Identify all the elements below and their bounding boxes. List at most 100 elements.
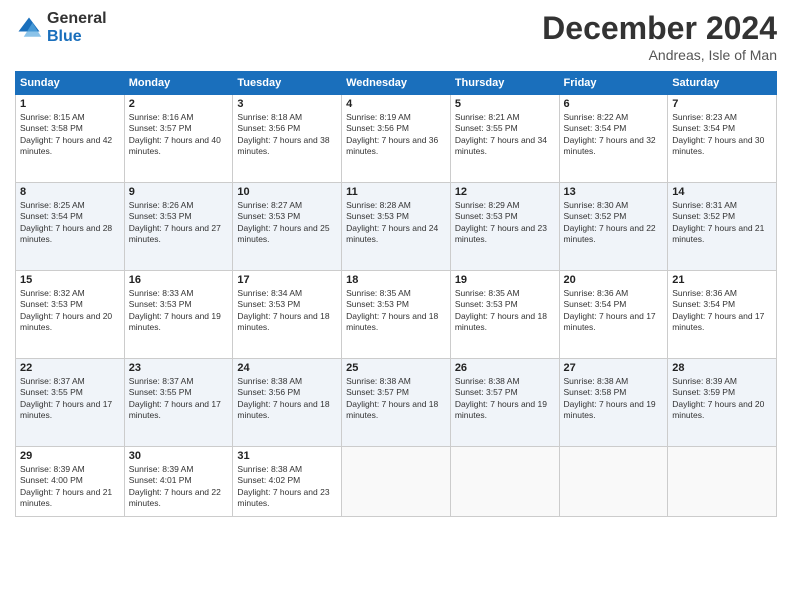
day-info: Sunrise: 8:38 AMSunset: 3:57 PMDaylight:…	[346, 376, 446, 422]
day-info: Sunrise: 8:37 AMSunset: 3:55 PMDaylight:…	[129, 376, 229, 422]
table-row: 2 Sunrise: 8:16 AMSunset: 3:57 PMDayligh…	[124, 95, 233, 183]
table-row: 12 Sunrise: 8:29 AMSunset: 3:53 PMDaylig…	[450, 183, 559, 271]
day-number: 6	[564, 98, 664, 110]
day-info: Sunrise: 8:39 AMSunset: 4:01 PMDaylight:…	[129, 464, 229, 510]
day-info: Sunrise: 8:18 AMSunset: 3:56 PMDaylight:…	[237, 112, 337, 158]
col-thursday: Thursday	[450, 72, 559, 95]
col-sunday: Sunday	[16, 72, 125, 95]
day-number: 11	[346, 186, 446, 198]
day-info: Sunrise: 8:27 AMSunset: 3:53 PMDaylight:…	[237, 200, 337, 246]
day-number: 25	[346, 362, 446, 374]
logo-text-block: General Blue	[47, 10, 107, 45]
table-row: 13 Sunrise: 8:30 AMSunset: 3:52 PMDaylig…	[559, 183, 668, 271]
day-info: Sunrise: 8:19 AMSunset: 3:56 PMDaylight:…	[346, 112, 446, 158]
day-number: 14	[672, 186, 772, 198]
day-number: 23	[129, 362, 229, 374]
table-row: 6 Sunrise: 8:22 AMSunset: 3:54 PMDayligh…	[559, 95, 668, 183]
table-row: 5 Sunrise: 8:21 AMSunset: 3:55 PMDayligh…	[450, 95, 559, 183]
day-info: Sunrise: 8:38 AMSunset: 3:56 PMDaylight:…	[237, 376, 337, 422]
logo-blue: Blue	[47, 28, 107, 46]
day-number: 1	[20, 98, 120, 110]
day-info: Sunrise: 8:28 AMSunset: 3:53 PMDaylight:…	[346, 200, 446, 246]
day-number: 26	[455, 362, 555, 374]
day-info: Sunrise: 8:38 AMSunset: 3:57 PMDaylight:…	[455, 376, 555, 422]
table-row: 9 Sunrise: 8:26 AMSunset: 3:53 PMDayligh…	[124, 183, 233, 271]
title-block: December 2024 Andreas, Isle of Man	[542, 10, 777, 63]
table-row: 15 Sunrise: 8:32 AMSunset: 3:53 PMDaylig…	[16, 271, 125, 359]
table-row: 26 Sunrise: 8:38 AMSunset: 3:57 PMDaylig…	[450, 359, 559, 447]
col-tuesday: Tuesday	[233, 72, 342, 95]
day-info: Sunrise: 8:38 AMSunset: 4:02 PMDaylight:…	[237, 464, 337, 510]
table-row	[342, 447, 451, 517]
day-number: 13	[564, 186, 664, 198]
logo-general: General	[47, 10, 107, 28]
day-number: 8	[20, 186, 120, 198]
table-row: 23 Sunrise: 8:37 AMSunset: 3:55 PMDaylig…	[124, 359, 233, 447]
table-row: 18 Sunrise: 8:35 AMSunset: 3:53 PMDaylig…	[342, 271, 451, 359]
page: General Blue December 2024 Andreas, Isle…	[0, 0, 792, 612]
day-number: 20	[564, 274, 664, 286]
day-number: 2	[129, 98, 229, 110]
calendar-table: Sunday Monday Tuesday Wednesday Thursday…	[15, 71, 777, 517]
table-row: 20 Sunrise: 8:36 AMSunset: 3:54 PMDaylig…	[559, 271, 668, 359]
logo-icon	[15, 14, 43, 42]
table-row: 25 Sunrise: 8:38 AMSunset: 3:57 PMDaylig…	[342, 359, 451, 447]
table-row: 24 Sunrise: 8:38 AMSunset: 3:56 PMDaylig…	[233, 359, 342, 447]
day-info: Sunrise: 8:35 AMSunset: 3:53 PMDaylight:…	[346, 288, 446, 334]
location-subtitle: Andreas, Isle of Man	[542, 47, 777, 63]
header: General Blue December 2024 Andreas, Isle…	[15, 10, 777, 63]
day-info: Sunrise: 8:35 AMSunset: 3:53 PMDaylight:…	[455, 288, 555, 334]
day-info: Sunrise: 8:38 AMSunset: 3:58 PMDaylight:…	[564, 376, 664, 422]
day-number: 21	[672, 274, 772, 286]
day-info: Sunrise: 8:30 AMSunset: 3:52 PMDaylight:…	[564, 200, 664, 246]
table-row: 10 Sunrise: 8:27 AMSunset: 3:53 PMDaylig…	[233, 183, 342, 271]
day-info: Sunrise: 8:36 AMSunset: 3:54 PMDaylight:…	[672, 288, 772, 334]
table-row: 8 Sunrise: 8:25 AMSunset: 3:54 PMDayligh…	[16, 183, 125, 271]
day-number: 16	[129, 274, 229, 286]
day-info: Sunrise: 8:36 AMSunset: 3:54 PMDaylight:…	[564, 288, 664, 334]
logo: General Blue	[15, 10, 107, 45]
table-row: 7 Sunrise: 8:23 AMSunset: 3:54 PMDayligh…	[668, 95, 777, 183]
col-saturday: Saturday	[668, 72, 777, 95]
table-row: 19 Sunrise: 8:35 AMSunset: 3:53 PMDaylig…	[450, 271, 559, 359]
day-info: Sunrise: 8:21 AMSunset: 3:55 PMDaylight:…	[455, 112, 555, 158]
day-info: Sunrise: 8:39 AMSunset: 4:00 PMDaylight:…	[20, 464, 120, 510]
table-row: 17 Sunrise: 8:34 AMSunset: 3:53 PMDaylig…	[233, 271, 342, 359]
month-title: December 2024	[542, 10, 777, 47]
col-monday: Monday	[124, 72, 233, 95]
day-number: 3	[237, 98, 337, 110]
day-number: 17	[237, 274, 337, 286]
day-number: 18	[346, 274, 446, 286]
table-row: 11 Sunrise: 8:28 AMSunset: 3:53 PMDaylig…	[342, 183, 451, 271]
day-info: Sunrise: 8:32 AMSunset: 3:53 PMDaylight:…	[20, 288, 120, 334]
table-row: 31 Sunrise: 8:38 AMSunset: 4:02 PMDaylig…	[233, 447, 342, 517]
col-wednesday: Wednesday	[342, 72, 451, 95]
table-row	[668, 447, 777, 517]
day-info: Sunrise: 8:15 AMSunset: 3:58 PMDaylight:…	[20, 112, 120, 158]
day-number: 12	[455, 186, 555, 198]
day-number: 27	[564, 362, 664, 374]
day-info: Sunrise: 8:25 AMSunset: 3:54 PMDaylight:…	[20, 200, 120, 246]
day-info: Sunrise: 8:34 AMSunset: 3:53 PMDaylight:…	[237, 288, 337, 334]
table-row: 28 Sunrise: 8:39 AMSunset: 3:59 PMDaylig…	[668, 359, 777, 447]
day-number: 10	[237, 186, 337, 198]
day-number: 7	[672, 98, 772, 110]
table-row: 4 Sunrise: 8:19 AMSunset: 3:56 PMDayligh…	[342, 95, 451, 183]
day-info: Sunrise: 8:33 AMSunset: 3:53 PMDaylight:…	[129, 288, 229, 334]
day-info: Sunrise: 8:29 AMSunset: 3:53 PMDaylight:…	[455, 200, 555, 246]
day-number: 19	[455, 274, 555, 286]
table-row	[559, 447, 668, 517]
day-number: 28	[672, 362, 772, 374]
day-info: Sunrise: 8:16 AMSunset: 3:57 PMDaylight:…	[129, 112, 229, 158]
day-info: Sunrise: 8:39 AMSunset: 3:59 PMDaylight:…	[672, 376, 772, 422]
day-info: Sunrise: 8:31 AMSunset: 3:52 PMDaylight:…	[672, 200, 772, 246]
day-number: 15	[20, 274, 120, 286]
table-row: 22 Sunrise: 8:37 AMSunset: 3:55 PMDaylig…	[16, 359, 125, 447]
day-number: 22	[20, 362, 120, 374]
table-row	[450, 447, 559, 517]
table-row: 14 Sunrise: 8:31 AMSunset: 3:52 PMDaylig…	[668, 183, 777, 271]
day-info: Sunrise: 8:23 AMSunset: 3:54 PMDaylight:…	[672, 112, 772, 158]
day-number: 30	[129, 450, 229, 462]
table-row: 21 Sunrise: 8:36 AMSunset: 3:54 PMDaylig…	[668, 271, 777, 359]
day-number: 4	[346, 98, 446, 110]
